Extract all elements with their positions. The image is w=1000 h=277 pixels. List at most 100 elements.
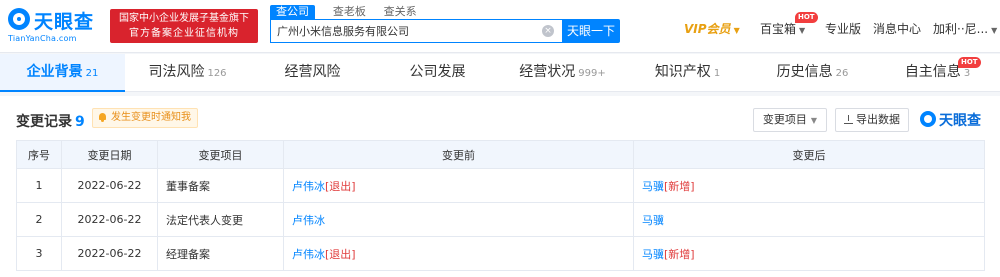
chevron-down-icon: ▼	[991, 26, 998, 35]
search-tab-company[interactable]: 查公司	[270, 5, 315, 19]
tab-label: 经营风险	[284, 64, 341, 80]
change-item-filter[interactable]: 变更项目 ▼	[753, 108, 827, 132]
tab-company-development[interactable]: 公司发展	[375, 54, 500, 92]
cell-after: 马骥[新增]	[633, 168, 985, 203]
search-input[interactable]	[270, 19, 562, 43]
cell-date: 2022-06-22	[61, 168, 158, 203]
notify-label: 发生变更时通知我	[111, 112, 191, 123]
tab-count: 1	[713, 68, 721, 79]
cell-index: 3	[16, 236, 62, 271]
change-records-panel: 变更记录 9 发生变更时通知我 变更项目 ▼ 导出数据 天眼查 序号 变更日期 变更…	[0, 96, 1000, 277]
search-tabs: 查公司 查老板 查关系	[270, 4, 431, 19]
cell-item: 董事备案	[157, 168, 284, 203]
user-menu[interactable]: 加利··尼... ▼	[933, 20, 997, 38]
tab-company-background[interactable]: 企业背景 21	[0, 54, 125, 92]
cell-item: 经理备案	[157, 236, 284, 271]
logo-text: 天眼查	[34, 11, 95, 33]
tab-label: 自主信息	[904, 64, 961, 80]
logo-eye-icon	[8, 8, 30, 30]
bell-icon	[98, 113, 107, 122]
gov-badge: 国家中小企业发展子基金旗下 官方备案企业征信机构	[110, 9, 258, 43]
cell-before: 卢伟冰[退出]	[283, 236, 634, 271]
hot-badge: HOT	[958, 57, 981, 68]
tab-count: 26	[835, 68, 849, 79]
site-logo[interactable]: 天眼查 TianYanCha.com	[8, 6, 98, 46]
cell-item: 法定代表人变更	[157, 202, 284, 237]
person-link[interactable]: 马骥	[642, 180, 664, 193]
tab-count: 21	[85, 68, 99, 79]
tab-self-info[interactable]: 自主信息 3	[875, 54, 1000, 92]
tab-label: 公司发展	[409, 64, 466, 80]
clear-icon[interactable]: ×	[542, 25, 554, 37]
logo-domain: TianYanCha.com	[8, 34, 77, 43]
message-center-link[interactable]: 消息中心	[873, 20, 921, 38]
export-button[interactable]: 导出数据	[835, 108, 909, 132]
brand-logo-text: 天眼查	[939, 113, 981, 129]
person-link[interactable]: 卢伟冰	[292, 214, 325, 227]
toolbox-label: 百宝箱	[760, 22, 797, 36]
hot-badge: HOT	[795, 12, 818, 23]
tab-operating-status[interactable]: 经营状况 999+	[500, 54, 625, 92]
cell-date: 2022-06-22	[61, 202, 158, 237]
search-button[interactable]: 天眼一下	[562, 19, 620, 43]
new-tag: [新增]	[664, 247, 695, 261]
pro-version-link[interactable]: 专业版	[825, 20, 861, 38]
tab-history-info[interactable]: 历史信息 26	[750, 54, 875, 92]
tab-judicial-risk[interactable]: 司法风险 126	[125, 54, 250, 92]
search-tab-boss[interactable]: 查老板	[333, 5, 366, 19]
gov-badge-line1: 国家中小企业发展子基金旗下	[119, 13, 249, 24]
export-label: 导出数据	[856, 113, 900, 126]
table-row: 1 2022-06-22 董事备案 卢伟冰[退出] 马骥[新增]	[16, 168, 985, 203]
person-link[interactable]: 卢伟冰	[292, 248, 325, 261]
person-link[interactable]: 马骥	[642, 248, 664, 261]
person-link[interactable]: 卢伟冰	[292, 180, 325, 193]
col-header-date: 变更日期	[61, 140, 158, 169]
cell-index: 1	[16, 168, 62, 203]
section-title: 变更记录 9	[16, 111, 85, 131]
vip-label: VIP会员	[684, 22, 731, 36]
table-header-row: 序号 变更日期 变更项目 变更前 变更后	[16, 140, 985, 169]
table-row: 3 2022-06-22 经理备案 卢伟冰[退出] 马骥[新增]	[16, 236, 985, 271]
chevron-down-icon: ▼	[810, 116, 818, 125]
tab-label: 企业背景	[26, 64, 83, 80]
person-link[interactable]: 马骥	[642, 214, 664, 227]
logo-eye-icon	[920, 111, 936, 127]
vip-menu[interactable]: VIP会员 ▼	[684, 20, 740, 38]
cell-after: 马骥	[633, 202, 985, 237]
col-header-before: 变更前	[283, 140, 634, 169]
search-tab-relation[interactable]: 查关系	[384, 5, 417, 19]
cell-before: 卢伟冰[退出]	[283, 168, 634, 203]
tab-label: 知识产权	[654, 64, 711, 80]
cell-index: 2	[16, 202, 62, 237]
table-row: 2 2022-06-22 法定代表人变更 卢伟冰 马骥	[16, 202, 985, 237]
tab-count: 126	[207, 68, 227, 79]
filter-label: 变更项目	[762, 113, 807, 126]
tab-label: 司法风险	[148, 64, 205, 80]
section-title-label: 变更记录	[16, 114, 72, 130]
new-tag: [新增]	[664, 179, 695, 193]
exit-tag: [退出]	[325, 179, 356, 193]
col-header-item: 变更项目	[157, 140, 284, 169]
cell-date: 2022-06-22	[61, 236, 158, 271]
notify-button[interactable]: 发生变更时通知我	[92, 108, 198, 128]
tab-operating-risk[interactable]: 经营风险	[250, 54, 375, 92]
section-count: 9	[75, 114, 85, 130]
col-header-after: 变更后	[633, 140, 985, 169]
chevron-down-icon: ▼	[733, 26, 740, 35]
chevron-down-icon: ▼	[799, 26, 806, 35]
user-name: 加利··尼...	[933, 22, 989, 36]
tab-intellectual-property[interactable]: 知识产权 1	[625, 54, 750, 92]
top-header: 天眼查 TianYanCha.com 国家中小企业发展子基金旗下 官方备案企业征…	[0, 0, 1000, 53]
tab-count: 3	[963, 68, 971, 79]
tab-count: 999+	[578, 68, 606, 79]
col-header-index: 序号	[16, 140, 62, 169]
cell-before: 卢伟冰	[283, 202, 634, 237]
gov-badge-line2: 官方备案企业征信机构	[129, 28, 239, 39]
tab-label: 经营状况	[519, 64, 576, 80]
download-icon	[844, 115, 853, 124]
exit-tag: [退出]	[325, 247, 356, 261]
change-records-table: 序号 变更日期 变更项目 变更前 变更后 1 2022-06-22 董事备案 卢…	[16, 140, 985, 271]
cell-after: 马骥[新增]	[633, 236, 985, 271]
category-tabs: 企业背景 21 司法风险 126 经营风险 公司发展 经营状况 999+ 知识产权 1 …	[0, 54, 1000, 92]
tab-label: 历史信息	[776, 64, 833, 80]
